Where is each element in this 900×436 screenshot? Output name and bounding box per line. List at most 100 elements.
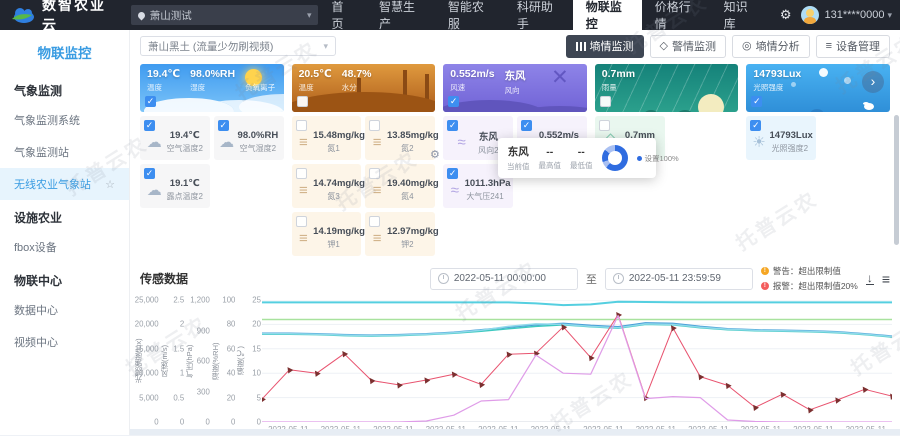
sensor-card[interactable]: ≡13.85mg/kg氮2 xyxy=(365,116,435,160)
sensor-card[interactable]: ≡12.97mg/kg钾2 xyxy=(365,212,435,256)
date-to-value: 2022-05-11 23:59:59 xyxy=(629,273,721,284)
legend-dot-icon: ! xyxy=(761,282,769,290)
sensor-checkbox[interactable] xyxy=(296,168,307,179)
sensor-card[interactable]: ✓☁98.0%RH空气湿度2 xyxy=(214,116,284,160)
toolbar-button-2[interactable]: ◇警情监测 xyxy=(650,35,726,58)
tooltip-stat: --最高值 xyxy=(539,146,562,171)
location-select[interactable]: 萧山测试 ▾ xyxy=(131,5,319,25)
weather-card-rain[interactable]: 0.7mm雨量 xyxy=(595,64,739,112)
weather-card-stats: 0.7mm雨量 xyxy=(602,68,635,93)
sidebar-item[interactable]: 气象监测站 xyxy=(0,136,129,168)
weather-card-checkbox[interactable]: ✓ xyxy=(751,96,762,107)
sensor-checkbox[interactable] xyxy=(369,216,380,227)
toolbar-button-1[interactable]: 墒情监测 xyxy=(566,35,644,58)
weather-card-stats: 20.5℃温度48.7%水分 xyxy=(299,68,372,93)
sensor-card-text: 14.74mg/kg氮3 xyxy=(313,178,354,202)
sensor-card[interactable]: ≡19.40mg/kg氮4 xyxy=(365,164,435,208)
y-axis-name: 湿度(%RH) xyxy=(211,300,220,422)
sensor-checkbox[interactable]: ✓ xyxy=(218,120,229,131)
date-to-input[interactable]: 2022-05-11 23:59:59 xyxy=(605,268,753,290)
app-title: 数智农业云 xyxy=(42,0,117,35)
sensor-settings-gear-icon[interactable]: ⚙ xyxy=(430,148,440,161)
sensor-card-text: 19.4℃空气温度2 xyxy=(167,130,203,154)
sensor-checkbox[interactable]: ✓ xyxy=(144,120,155,131)
legend-label: 报警：超出限制值20% xyxy=(773,280,858,292)
sensor-tooltip: 东风当前值--最高值--最低值 设置100% xyxy=(498,138,656,178)
toolbar-button-3[interactable]: ◎墒情分析 xyxy=(732,35,810,58)
sensor-card-text: 1011.3hPa大气压241 xyxy=(465,178,506,202)
sensor-checkbox[interactable] xyxy=(369,120,380,131)
sensor-checkbox[interactable] xyxy=(369,168,380,179)
user-menu-chevron-icon[interactable]: ▾ xyxy=(887,10,892,21)
weather-stat-label: 温度 xyxy=(147,82,180,93)
y-axis-tick: 100 xyxy=(222,296,235,305)
sensor-card[interactable]: ✓☁19.1℃露点温度2 xyxy=(140,164,210,208)
chart-plot-area[interactable] xyxy=(262,300,892,422)
y-axis-ticks: 2520151050 xyxy=(245,300,262,422)
sidebar-item[interactable]: 气象监测系统 xyxy=(0,104,129,136)
carousel-next-button[interactable]: › xyxy=(862,71,884,93)
station-select[interactable]: 萧山黑土 (流量少勿刷视频) ▾ xyxy=(140,36,336,56)
sensor-label: 露点温度2 xyxy=(167,191,203,202)
weather-card-soil[interactable]: 20.5℃温度48.7%水分 xyxy=(292,64,436,112)
legend-dot-icon: ! xyxy=(761,267,769,275)
user-phone[interactable]: 131****0000 xyxy=(825,9,885,21)
weather-card-checkbox[interactable]: ✓ xyxy=(145,96,156,107)
sensor-value: 13.85mg/kg xyxy=(387,130,428,141)
weather-card-checkbox[interactable] xyxy=(297,96,308,107)
nav-item-3[interactable]: 智能农服 xyxy=(435,0,504,30)
sidebar-item[interactable]: 视频中心 xyxy=(0,326,129,358)
sensor-data-header: 传感数据 2022-05-11 00:00:00 至 2022-05-11 23… xyxy=(130,256,900,294)
sidebar-item[interactable]: 无线农业气象站☆ xyxy=(0,168,129,200)
chevron-down-icon: ▾ xyxy=(323,41,328,52)
toolbar-button-4[interactable]: ≡设备管理 xyxy=(816,35,890,58)
nav-item-2[interactable]: 智慧生产 xyxy=(366,0,435,30)
nav-item-4[interactable]: 科研助手 xyxy=(504,0,573,30)
list-icon[interactable]: ≡ xyxy=(882,272,890,286)
sensor-checkbox[interactable]: ✓ xyxy=(447,120,458,131)
sensor-checkbox[interactable] xyxy=(296,216,307,227)
sensor-label: 氮1 xyxy=(313,143,354,154)
weather-stat-label: 负氧离子 xyxy=(245,82,275,93)
nav-item-7[interactable]: 知识库 xyxy=(711,0,769,30)
sensor-checkbox[interactable] xyxy=(296,120,307,131)
sensor-card[interactable]: ≡15.48mg/kg氮1 xyxy=(292,116,362,160)
toolbar-button-label: 设备管理 xyxy=(836,38,880,54)
nav-item-1[interactable]: 首页 xyxy=(318,0,365,30)
sensor-checkbox[interactable] xyxy=(599,120,610,131)
sensor-card-text: 14.19mg/kg钾1 xyxy=(313,226,354,250)
sensor-checkbox[interactable]: ✓ xyxy=(447,168,458,179)
nav-item-6[interactable]: 价格行情 xyxy=(642,0,711,30)
sensor-checkbox[interactable]: ✓ xyxy=(750,120,761,131)
sidebar-item[interactable]: 数据中心 xyxy=(0,294,129,326)
sidebar-item-label: 气象监测站 xyxy=(14,144,69,160)
sensor-checkbox[interactable]: ✓ xyxy=(144,168,155,179)
sensor-value: 98.0%RH xyxy=(238,130,279,141)
weather-card-wind[interactable]: 0.552m/s风速东风风向✓ xyxy=(443,64,587,112)
range-separator: 至 xyxy=(586,271,597,287)
chart-line-cyan-flat xyxy=(262,302,892,305)
sensor-card[interactable]: ≡14.19mg/kg钾1 xyxy=(292,212,362,256)
sensor-card[interactable]: ✓☀14793Lux光照强度2 xyxy=(746,116,816,160)
download-icon[interactable]: ↓ xyxy=(866,273,874,285)
settings-gear-icon[interactable]: ⚙ xyxy=(780,7,792,23)
weather-card-checkbox[interactable] xyxy=(600,96,611,107)
weather-stat-label: 温度 xyxy=(299,82,332,93)
date-from-input[interactable]: 2022-05-11 00:00:00 xyxy=(430,268,578,290)
sensor-checkbox[interactable]: ✓ xyxy=(521,120,532,131)
y-axis-name: 气压(hPa) xyxy=(185,300,194,422)
tooltip-stat-label: 最高值 xyxy=(539,160,562,171)
weather-card-checkbox[interactable]: ✓ xyxy=(448,96,459,107)
y-axis-tick: 60 xyxy=(227,344,236,353)
sensor-card[interactable]: ≡14.74mg/kg氮3 xyxy=(292,164,362,208)
sensor-column-green: 0.7mm雨量1 xyxy=(595,116,739,256)
y-axis-tick: 40 xyxy=(227,369,236,378)
vertical-scrollbar[interactable] xyxy=(894,115,899,245)
weather-card-sky[interactable]: 19.4℃温度98.0%RH湿度负氧离子✓ xyxy=(140,64,284,112)
sensor-card[interactable]: ✓☁19.4℃空气温度2 xyxy=(140,116,210,160)
sidebar-item[interactable]: fbox设备 xyxy=(0,231,129,263)
weather-stat-label: 湿度 xyxy=(190,82,235,93)
star-icon[interactable]: ☆ xyxy=(105,178,115,191)
nav-item-5[interactable]: 物联监控 xyxy=(573,0,642,30)
user-avatar[interactable] xyxy=(801,6,819,24)
